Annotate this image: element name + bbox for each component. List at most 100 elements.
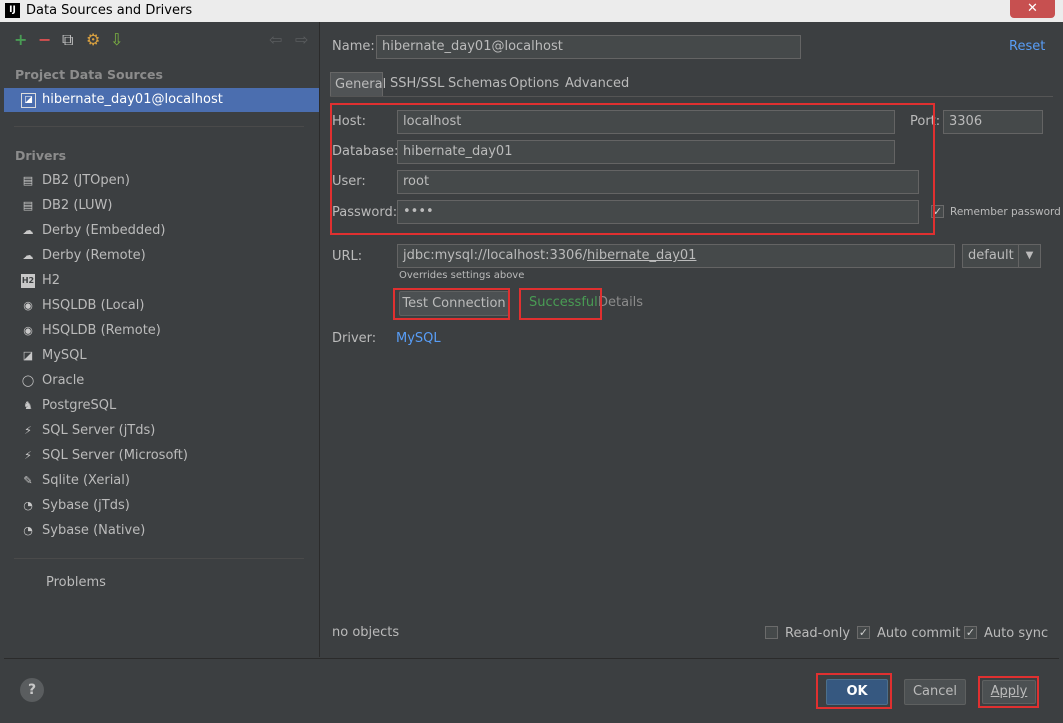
auto-commit-checkbox[interactable]: ✓ xyxy=(857,626,870,639)
objects-status: no objects xyxy=(332,625,400,640)
driver-settings-icon[interactable]: ⚙ xyxy=(86,31,100,49)
driver-item[interactable]: ◔ Sybase (Native) xyxy=(4,519,319,544)
ibm-db2-icon: ▤ xyxy=(22,174,34,187)
driver-item[interactable]: ☁ Derby (Remote) xyxy=(4,244,319,269)
driver-label: Derby (Embedded) xyxy=(42,223,166,238)
close-window-button[interactable]: ✕ xyxy=(1010,0,1055,18)
read-only-label: Read-only xyxy=(785,626,851,641)
help-icon[interactable]: ? xyxy=(20,678,44,702)
hsqldb-icon: ◉ xyxy=(23,299,33,312)
port-input[interactable]: 3306 xyxy=(943,110,1043,134)
overrides-note: Overrides settings above xyxy=(399,270,525,281)
driver-label: Sybase (jTds) xyxy=(42,498,130,513)
problems-item[interactable]: Problems xyxy=(46,575,106,590)
mysql-icon: ◪ xyxy=(22,349,34,362)
sqlite-icon: ✎ xyxy=(23,474,33,487)
data-source-settings: Name: hibernate_day01@localhost Reset Ge… xyxy=(320,22,1063,657)
close-icon: ✕ xyxy=(1027,1,1038,16)
details-link[interactable]: Details xyxy=(598,295,643,310)
import-icon[interactable]: ⇩ xyxy=(110,31,123,49)
left-panel: + − ⧉ ⚙ ⇩ ⇦ ⇨ Project Data Sources ◪ hib… xyxy=(4,22,320,657)
driver-item[interactable]: ☁ Derby (Embedded) xyxy=(4,219,319,244)
url-database: hibernate_day01 xyxy=(586,248,697,263)
url-mode-value: default xyxy=(968,248,1014,263)
url-label: URL: xyxy=(332,249,363,264)
oracle-icon: ◯ xyxy=(21,374,35,387)
data-source-item-selected[interactable]: ◪ hibernate_day01@localhost xyxy=(4,88,319,112)
ibm-db2-icon: ▤ xyxy=(22,199,34,212)
hsqldb-icon: ◉ xyxy=(23,324,33,337)
apply-highlight-box xyxy=(978,676,1039,708)
sybase-icon: ◔ xyxy=(23,524,33,537)
driver-label: Oracle xyxy=(42,373,85,388)
h2-icon: H2 xyxy=(21,274,35,288)
credentials-highlight-box xyxy=(330,103,935,235)
tab-options[interactable]: Options xyxy=(505,72,561,96)
tab-general[interactable]: General xyxy=(330,72,386,96)
auto-sync-checkbox[interactable]: ✓ xyxy=(964,626,977,639)
postgresql-icon: ♞ xyxy=(23,399,33,412)
dialog-button-bar: ? OK Cancel Apply xyxy=(4,658,1059,719)
auto-sync-label: Auto sync xyxy=(984,626,1049,641)
derby-icon: ☁ xyxy=(22,249,34,262)
ok-highlight-box xyxy=(816,673,892,709)
data-source-label: hibernate_day01@localhost xyxy=(42,92,223,107)
window-title: Data Sources and Drivers xyxy=(26,3,193,18)
status-highlight-box xyxy=(519,288,602,320)
derby-icon: ☁ xyxy=(22,224,34,237)
driver-item[interactable]: ⚡ SQL Server (jTds) xyxy=(4,419,319,444)
driver-label: Driver: xyxy=(332,331,377,346)
driver-label: PostgreSQL xyxy=(42,398,117,413)
driver-label: H2 xyxy=(42,273,61,288)
driver-label: Sybase (Native) xyxy=(42,523,146,538)
driver-label: SQL Server (jTds) xyxy=(42,423,156,438)
tab-schemas[interactable]: Schemas xyxy=(444,72,507,96)
tab-advanced[interactable]: Advanced xyxy=(561,72,629,96)
driver-item[interactable]: ◔ Sybase (jTds) xyxy=(4,494,319,519)
test-connection-highlight-box xyxy=(393,288,510,320)
driver-item[interactable]: ✎ Sqlite (Xerial) xyxy=(4,469,319,494)
auto-commit-label: Auto commit xyxy=(877,626,961,641)
driver-item[interactable]: ▤ DB2 (JTOpen) xyxy=(4,169,319,194)
tab-divider xyxy=(330,96,1053,97)
mysql-icon: ◪ xyxy=(21,93,36,108)
title-bar: IJ Data Sources and Drivers ✕ xyxy=(0,0,1063,23)
driver-label: HSQLDB (Remote) xyxy=(42,323,161,338)
back-arrow-icon[interactable]: ⇦ xyxy=(269,31,282,49)
driver-item[interactable]: ♞ PostgreSQL xyxy=(4,394,319,419)
divider xyxy=(14,126,304,127)
url-mode-select[interactable]: default ▼ xyxy=(962,244,1041,268)
driver-item[interactable]: ◪ MySQL xyxy=(4,344,319,369)
url-input[interactable]: jdbc:mysql://localhost:3306/hibernate_da… xyxy=(397,244,955,268)
reset-link[interactable]: Reset xyxy=(1009,39,1045,54)
driver-label: DB2 (JTOpen) xyxy=(42,173,130,188)
driver-label: DB2 (LUW) xyxy=(42,198,113,213)
chevron-down-icon: ▼ xyxy=(1018,245,1040,267)
driver-item[interactable]: ◉ HSQLDB (Remote) xyxy=(4,319,319,344)
name-input[interactable]: hibernate_day01@localhost xyxy=(376,35,801,59)
add-icon[interactable]: + xyxy=(14,31,27,49)
drivers-label: Drivers xyxy=(15,148,67,163)
copy-icon[interactable]: ⧉ xyxy=(62,31,73,49)
driver-label: SQL Server (Microsoft) xyxy=(42,448,188,463)
driver-item[interactable]: ⚡ SQL Server (Microsoft) xyxy=(4,444,319,469)
url-prefix: jdbc:mysql://localhost:3306/ xyxy=(403,248,587,263)
divider xyxy=(14,558,304,559)
tab-ssh-ssl[interactable]: SSH/SSL xyxy=(386,72,444,96)
driver-link[interactable]: MySQL xyxy=(396,331,441,346)
remove-icon[interactable]: − xyxy=(38,31,51,49)
intellij-app-icon: IJ xyxy=(5,3,20,18)
sqlserver-icon: ⚡ xyxy=(24,449,32,462)
remember-password-label: Remember password xyxy=(950,206,1061,218)
read-only-checkbox[interactable] xyxy=(765,626,778,639)
driver-item[interactable]: ◯ Oracle xyxy=(4,369,319,394)
driver-item[interactable]: ▤ DB2 (LUW) xyxy=(4,194,319,219)
driver-item[interactable]: H2 H2 xyxy=(4,269,319,294)
name-label: Name: xyxy=(332,39,375,54)
driver-label: Derby (Remote) xyxy=(42,248,146,263)
forward-arrow-icon[interactable]: ⇨ xyxy=(295,31,308,49)
driver-label: HSQLDB (Local) xyxy=(42,298,145,313)
driver-item[interactable]: ◉ HSQLDB (Local) xyxy=(4,294,319,319)
cancel-button[interactable]: Cancel xyxy=(904,679,966,705)
sqlserver-icon: ⚡ xyxy=(24,424,32,437)
